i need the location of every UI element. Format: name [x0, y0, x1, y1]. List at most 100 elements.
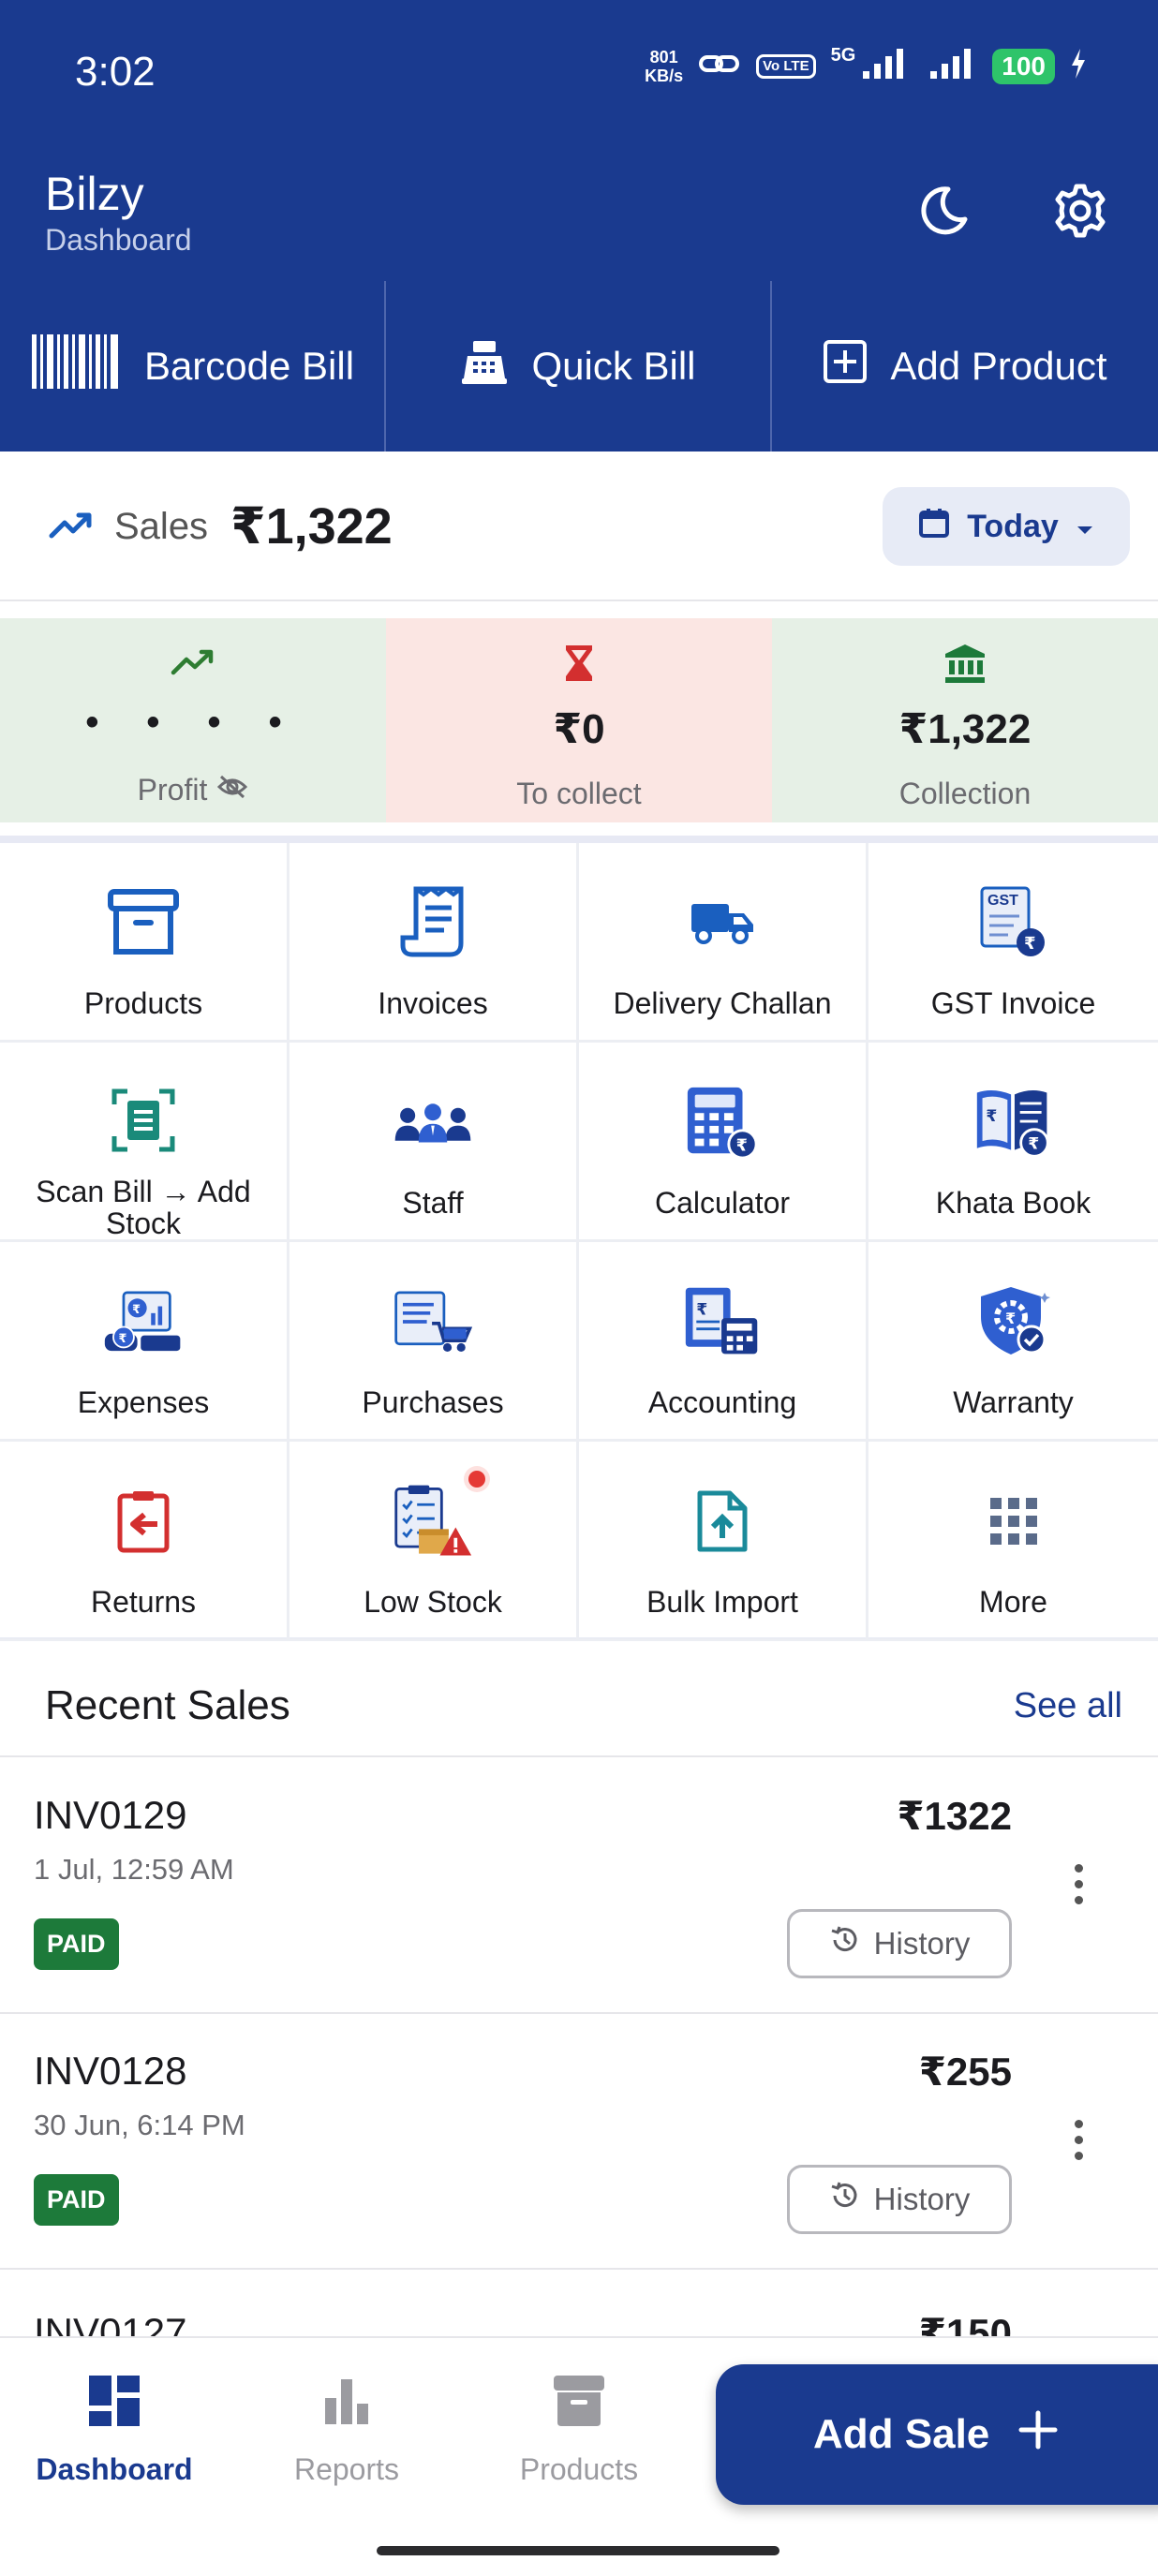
history-icon: [829, 2180, 861, 2219]
tile-staff[interactable]: Staff: [290, 1043, 579, 1242]
tile-purchases[interactable]: Purchases: [290, 1242, 579, 1442]
accounting-icon: ₹: [682, 1281, 763, 1362]
list-item[interactable]: INV0128 30 Jun, 6:14 PM PAID ₹255 Histor…: [0, 2015, 1158, 2270]
staff-group-icon: [393, 1082, 473, 1162]
history-button[interactable]: History: [787, 2165, 1012, 2234]
tile-products[interactable]: Products: [0, 843, 290, 1043]
barcode-icon: [30, 333, 122, 400]
gst-badge: GST: [987, 893, 1018, 909]
invoice-number: INV0128: [34, 2049, 187, 2093]
add-product-button[interactable]: Add Product: [770, 281, 1158, 452]
gear-icon[interactable]: [1047, 178, 1113, 244]
tile-label: Warranty: [953, 1385, 1074, 1419]
hourglass-icon: [563, 643, 595, 688]
tile-label: GST Invoice: [930, 986, 1096, 1020]
invoice-date: 1 Jul, 12:59 AM: [34, 1853, 234, 1886]
history-button[interactable]: History: [787, 1909, 1012, 1978]
tile-bulk-import[interactable]: Bulk Import: [579, 1442, 868, 1641]
tile-calculator[interactable]: ₹ Calculator: [579, 1043, 868, 1242]
ledger-book-icon: ₹ ₹: [973, 1082, 1054, 1162]
tile-label: Low Stock: [364, 1585, 502, 1619]
svg-text:₹: ₹: [696, 1300, 707, 1319]
quick-bill-button[interactable]: Quick Bill: [384, 281, 770, 452]
charging-icon: [1070, 47, 1087, 85]
profit-value: • • • •: [85, 702, 301, 743]
tile-label: Invoices: [378, 986, 488, 1020]
nav-products[interactable]: Products: [467, 2374, 691, 2487]
app-header: 3:02 801 KB/s Vo LTE 5G 100 Bilzy Dashbo…: [0, 0, 1158, 452]
collection-card[interactable]: ₹1,322 Collection: [772, 618, 1158, 822]
see-all-link[interactable]: See all: [1014, 1686, 1122, 1726]
tile-label: Staff: [402, 1186, 464, 1220]
profit-label-row: Profit: [138, 773, 249, 807]
history-label: History: [873, 2182, 971, 2216]
nav-label: Reports: [293, 2452, 400, 2486]
gst-invoice-icon: GST ₹: [973, 882, 1054, 963]
scan-document-icon: [103, 1082, 184, 1159]
quick-bill-label: Quick Bill: [531, 344, 696, 388]
volte-badge: Vo LTE: [756, 53, 816, 79]
return-icon: [103, 1481, 184, 1562]
status-badge: PAID: [34, 2174, 119, 2226]
sales-label: Sales: [114, 506, 209, 547]
delivery-truck-icon: [682, 882, 763, 963]
tile-expenses[interactable]: ₹ ₹ Expenses: [0, 1242, 290, 1442]
tile-more[interactable]: More: [868, 1442, 1158, 1641]
profit-card[interactable]: • • • • Profit: [0, 618, 386, 822]
more-options-icon[interactable]: [1064, 1864, 1092, 1904]
add-sale-label: Add Sale: [813, 2411, 990, 2457]
add-sale-button[interactable]: Add Sale: [716, 2364, 1158, 2505]
moon-icon[interactable]: [911, 178, 976, 244]
tile-returns[interactable]: Returns: [0, 1442, 290, 1641]
nav-label: Products: [519, 2452, 639, 2486]
plus-icon: [1017, 2409, 1059, 2461]
svg-text:₹: ₹: [132, 1303, 141, 1317]
purchases-cart-icon: [393, 1281, 473, 1362]
more-options-icon[interactable]: [1064, 2120, 1092, 2160]
chevron-down-icon: [1076, 509, 1094, 545]
archive-box-icon: [552, 2374, 606, 2435]
home-indicator: [377, 2546, 779, 2555]
to-collect-card[interactable]: ₹0 To collect: [386, 618, 772, 822]
svg-text:₹: ₹: [1024, 934, 1036, 954]
signal-icon-2: [928, 47, 977, 85]
tile-gst-invoice[interactable]: GST ₹ GST Invoice: [868, 843, 1158, 1043]
sales-value: ₹1,322: [230, 498, 393, 555]
list-item[interactable]: INV0129 1 Jul, 12:59 AM PAID ₹1322 Histo…: [0, 1759, 1158, 2014]
eye-off-icon[interactable]: [216, 773, 248, 807]
tile-warranty[interactable]: ₹ Warranty: [868, 1242, 1158, 1442]
period-label: Today: [967, 508, 1059, 544]
tile-scan-bill[interactable]: Scan Bill → Add Stock: [0, 1043, 290, 1242]
period-dropdown[interactable]: Today: [883, 487, 1130, 566]
nav-dashboard[interactable]: Dashboard: [2, 2374, 227, 2487]
tile-accounting[interactable]: ₹ Accounting: [579, 1242, 868, 1442]
nav-reports[interactable]: Reports: [234, 2374, 459, 2487]
grid-dots-icon: [973, 1481, 1054, 1562]
profit-label: Profit: [137, 773, 208, 807]
barcode-bill-button[interactable]: Barcode Bill: [0, 281, 384, 452]
bank-icon: [943, 643, 987, 688]
stats-row: • • • • Profit ₹0 To collect ₹1,322 Coll…: [0, 618, 1158, 822]
tile-invoices[interactable]: Invoices: [290, 843, 579, 1043]
status-bar: 3:02 801 KB/s Vo LTE 5G 100: [0, 0, 1158, 150]
status-icons: 801 KB/s Vo LTE 5G 100: [645, 45, 1087, 85]
invoice-amount: ₹1322: [897, 1794, 1012, 1838]
file-upload-icon: [682, 1481, 763, 1562]
add-box-icon: [823, 339, 868, 393]
expenses-icon: ₹ ₹: [103, 1281, 184, 1362]
tile-delivery-challan[interactable]: Delivery Challan: [579, 843, 868, 1043]
tile-low-stock[interactable]: Low Stock: [290, 1442, 579, 1641]
history-label: History: [873, 1926, 971, 1961]
tile-khata-book[interactable]: ₹ ₹ Khata Book: [868, 1043, 1158, 1242]
svg-text:₹: ₹: [986, 1107, 997, 1126]
tile-label: Calculator: [654, 1186, 791, 1220]
calculator-icon: ₹: [682, 1082, 763, 1162]
link-icon: [698, 50, 741, 82]
quick-actions-bar: Barcode Bill Quick Bill Add Product: [0, 281, 1158, 452]
invoice-date: 30 Jun, 6:14 PM: [34, 2109, 245, 2141]
tile-label: Accounting: [647, 1385, 797, 1419]
calendar-icon: [918, 507, 950, 547]
recent-sales-title: Recent Sales: [45, 1682, 290, 1728]
list-item[interactable]: INV0127 ₹150: [0, 2271, 1158, 2346]
receipt-icon: [393, 882, 473, 963]
